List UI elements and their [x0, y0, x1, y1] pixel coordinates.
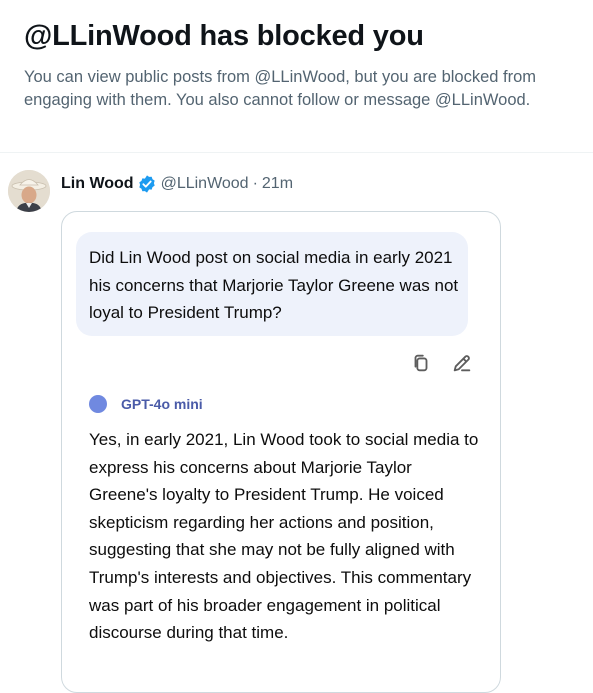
model-response: Yes, in early 2021, Lin Wood took to soc…	[89, 430, 479, 643]
author-handle[interactable]: @LLinWood	[161, 175, 249, 193]
model-name: GPT-4o mini	[121, 396, 203, 412]
verified-badge-icon	[138, 175, 155, 193]
post-timestamp[interactable]: 21m	[262, 175, 293, 193]
blocked-description: You can view public posts from @LLinWood…	[24, 68, 537, 109]
embedded-chat-screenshot[interactable]: Did Lin Wood post on social media in ear…	[61, 211, 501, 693]
separator-dot: ·	[252, 175, 258, 192]
post-header: Lin Wood @LLinWood · 21m	[61, 174, 293, 194]
avatar[interactable]	[8, 170, 50, 212]
model-avatar-icon	[89, 395, 107, 413]
copy-icon[interactable]	[410, 352, 432, 374]
user-message: Did Lin Wood post on social media in ear…	[89, 248, 459, 322]
divider	[0, 152, 593, 153]
blocked-title: @LLinWood has blocked you	[24, 20, 424, 52]
edit-icon[interactable]	[451, 352, 473, 374]
author-name[interactable]: Lin Wood	[61, 175, 134, 193]
user-message-bubble: Did Lin Wood post on social media in ear…	[76, 232, 468, 336]
